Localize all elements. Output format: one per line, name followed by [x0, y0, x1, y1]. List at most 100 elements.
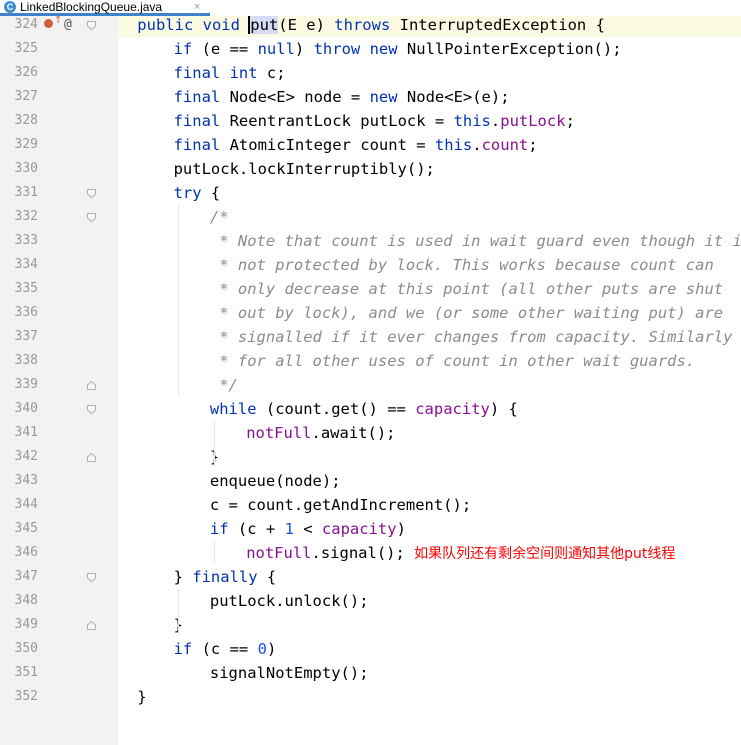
code-line[interactable]: final int c;	[118, 61, 741, 85]
code-line[interactable]: * signalled if it ever changes from capa…	[118, 325, 741, 349]
code-line[interactable]: if (e == null) throw new NullPointerExce…	[118, 37, 741, 61]
line-number: 342	[14, 449, 38, 464]
code-token: AtomicInteger count =	[229, 136, 435, 154]
line-number: 327	[14, 89, 38, 104]
gutter-row: 346	[0, 541, 118, 565]
code-token: public void	[137, 16, 250, 34]
code-line[interactable]: public void put(E e) throws InterruptedE…	[118, 13, 741, 37]
code-text: * out by lock), and we (or some other wa…	[210, 301, 723, 325]
line-number: 352	[14, 689, 38, 704]
code-token: enqueue(node);	[209, 472, 341, 490]
code-token: }	[137, 688, 147, 706]
code-token: notFull	[246, 544, 312, 562]
code-token: new	[369, 88, 407, 106]
code-line[interactable]: */	[118, 373, 741, 397]
code-line[interactable]: notFull.await();	[118, 421, 741, 445]
code-text: * signalled if it ever changes from capa…	[210, 325, 732, 349]
fold-close-icon[interactable]	[86, 620, 97, 631]
gutter-row: 351	[0, 661, 118, 685]
code-token: while	[209, 400, 266, 418]
fold-close-icon[interactable]	[86, 380, 97, 391]
code-token: (e ==	[201, 40, 258, 58]
code-line[interactable]: * for all other uses of count in other w…	[118, 349, 741, 373]
gutter-row: 347	[0, 565, 118, 589]
code-line[interactable]: notFull.signal(); 如果队列还有剩余空间则通知其他put线程	[118, 541, 741, 565]
code-token: * only decrease at this point (all other…	[209, 280, 724, 298]
up-arrow-icon: ↑	[54, 15, 63, 26]
code-text: /*	[210, 205, 229, 229]
fold-close-icon[interactable]	[86, 452, 97, 463]
code-line[interactable]: final Node<E> node = new Node<E>(e);	[118, 85, 741, 109]
code-line[interactable]: putLock.unlock();	[118, 589, 741, 613]
code-token: if	[173, 640, 202, 658]
gutter-row: 340	[0, 397, 118, 421]
code-token: ReentrantLock putLock =	[229, 112, 454, 130]
close-icon[interactable]: ×	[194, 0, 200, 14]
code-editor[interactable]: 323324↑@32532632732832933033133233333433…	[0, 0, 741, 745]
code-token: .signal();	[311, 544, 415, 562]
fold-open-icon[interactable]	[86, 212, 97, 223]
code-line[interactable]: if (c == 0)	[118, 637, 741, 661]
line-number: 345	[14, 521, 38, 536]
code-line[interactable]: final AtomicInteger count = this.count;	[118, 133, 741, 157]
code-token: ut	[259, 16, 279, 34]
code-text: if (c + 1 < capacity)	[210, 517, 406, 541]
implements-method-icon[interactable]	[44, 19, 53, 28]
code-token: {	[266, 568, 277, 586]
line-number: 331	[14, 185, 38, 200]
code-text: notFull.await();	[246, 421, 395, 445]
code-token: .await();	[311, 424, 396, 442]
code-line[interactable]: }	[118, 613, 741, 637]
gutter-row: 344	[0, 493, 118, 517]
gutter-row: 332	[0, 205, 118, 229]
code-line[interactable]: enqueue(node);	[118, 469, 741, 493]
code-line[interactable]: if (c + 1 < capacity)	[118, 517, 741, 541]
fold-open-icon[interactable]	[86, 404, 97, 415]
code-line[interactable]: * out by lock), and we (or some other wa…	[118, 301, 741, 325]
code-line[interactable]: * only decrease at this point (all other…	[118, 277, 741, 301]
code-token: (E e)	[278, 16, 335, 34]
gutter-row: 337	[0, 325, 118, 349]
fold-open-icon[interactable]	[86, 188, 97, 199]
code-line[interactable]: final ReentrantLock putLock = this.putLo…	[118, 109, 741, 133]
fold-open-icon[interactable]	[86, 20, 97, 31]
code-line[interactable]: /*	[118, 205, 741, 229]
gutter-row: 336	[0, 301, 118, 325]
line-number: 329	[14, 137, 38, 152]
gutter-row: 330	[0, 157, 118, 181]
code-token: p	[248, 16, 260, 34]
line-number: 334	[14, 257, 38, 272]
gutter-row: 350	[0, 637, 118, 661]
annotation-icon[interactable]: @	[64, 13, 72, 37]
code-token: final	[173, 112, 230, 130]
code-line[interactable]: putLock.lockInterruptibly();	[118, 157, 741, 181]
code-line[interactable]: try {	[118, 181, 741, 205]
code-line[interactable]: while (count.get() == capacity) {	[118, 397, 741, 421]
code-area[interactable]: */ public void put(E e) throws Interrupte…	[118, 0, 741, 745]
code-line[interactable]: }	[118, 685, 741, 709]
code-text: public void put(E e) throws InterruptedE…	[137, 13, 605, 37]
gutter-row: 341	[0, 421, 118, 445]
code-line[interactable]: }	[118, 445, 741, 469]
code-line[interactable]: c = count.getAndIncrement();	[118, 493, 741, 517]
code-token: if	[173, 40, 202, 58]
code-token: if	[209, 520, 238, 538]
code-line[interactable]: signalNotEmpty();	[118, 661, 741, 685]
line-number: 324	[14, 17, 38, 32]
code-token: final int	[173, 64, 267, 82]
gutter-row: 352	[0, 685, 118, 709]
code-text: putLock.lockInterruptibly();	[174, 157, 435, 181]
code-line[interactable]: } finally {	[118, 565, 741, 589]
line-number: 326	[14, 65, 38, 80]
line-number: 325	[14, 41, 38, 56]
code-token: this	[453, 112, 491, 130]
code-token: putLock	[500, 112, 566, 130]
gutter-row: 335	[0, 277, 118, 301]
code-text: c = count.getAndIncrement();	[210, 493, 471, 517]
code-line[interactable]: * not protected by lock. This works beca…	[118, 253, 741, 277]
code-line[interactable]: * Note that count is used in wait guard …	[118, 229, 741, 253]
line-number: 340	[14, 401, 38, 416]
gutter-row: 349	[0, 613, 118, 637]
tab-linkedblockingqueue[interactable]: C LinkedBlockingQueue.java ×	[0, 0, 210, 16]
fold-open-icon[interactable]	[86, 572, 97, 583]
